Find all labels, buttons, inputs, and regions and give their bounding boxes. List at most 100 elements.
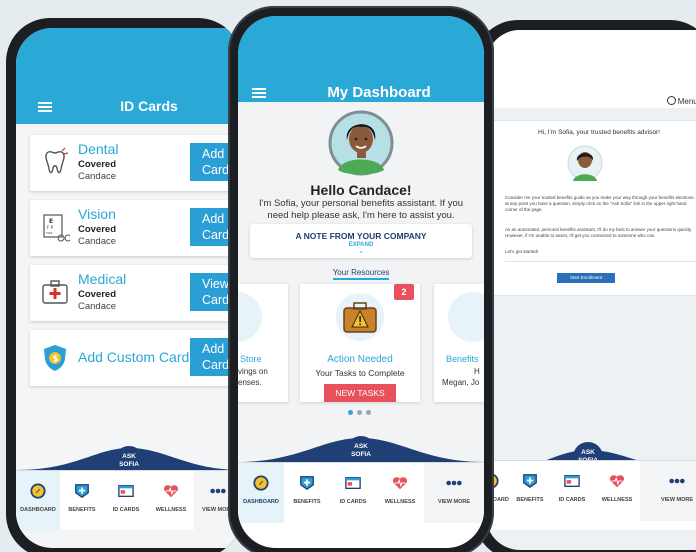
nav-label: VIEW MORE (437, 499, 471, 505)
nav-id-cards[interactable]: ID CARDS (330, 463, 376, 523)
carousel-dot[interactable] (348, 410, 353, 415)
company-note[interactable]: A NOTE FROM YOUR COMPANY EXPAND ⌄ (250, 224, 472, 258)
id-card-icon (345, 477, 361, 489)
dashboard-phone: My Dashboard Hello Candace! I'm Sofia, y… (228, 6, 494, 552)
more-dots-icon (669, 478, 685, 484)
more-dots-icon (446, 480, 462, 486)
nav-id-cards[interactable]: ID CARDS (550, 461, 594, 521)
nav-wellness[interactable]: WELLNESS (148, 471, 194, 531)
tooth-icon (45, 147, 69, 174)
card-member: Candace (78, 171, 117, 182)
shield-dollar-icon: $ (44, 345, 66, 371)
carousel-dots[interactable] (348, 410, 374, 416)
advisor-paragraph-3: Let's get started! (505, 249, 539, 254)
card-status: Covered (78, 289, 117, 300)
svg-text:$: $ (52, 355, 58, 365)
nav-wellness[interactable]: WELLNESS (376, 463, 424, 523)
shield-plus-icon (300, 476, 314, 491)
nav-benefits[interactable]: BENEFITS (60, 471, 104, 531)
dashboard-screen: My Dashboard Hello Candace! I'm Sofia, y… (238, 16, 484, 548)
nav-label: ID CARDS (558, 497, 586, 503)
id-cards-screen: ID Cards Dental Covered Candace Add Card … (16, 28, 242, 548)
card-member: Candace (78, 301, 117, 312)
nav-view-more[interactable]: VIEW MORE (424, 463, 484, 523)
menu-label: Menu (677, 97, 696, 106)
card-title: Vision (78, 206, 116, 222)
note-title: A NOTE FROM YOUR COMPANY (295, 231, 427, 241)
new-tasks-button[interactable]: NEW TASKS (324, 384, 396, 402)
nav-benefits[interactable]: BENEFITS (284, 463, 330, 523)
card-title: Add Custom Card (78, 349, 190, 365)
id-card-medical[interactable]: Medical Covered Candace View Card (30, 265, 242, 321)
store-icon (238, 292, 262, 342)
start-enrollment-button[interactable]: Start Enrollment (557, 273, 615, 283)
svg-text:TOZ: TOZ (45, 231, 52, 235)
advisor-panel: Hi, I'm Sofia, your trusted benefits adv… (490, 120, 696, 296)
carousel-dot[interactable] (366, 410, 371, 415)
card-text: vings on (238, 367, 268, 376)
advisor-paragraph-2: As an automated, personal benefits assis… (505, 227, 692, 238)
nav-dashboard[interactable]: DASHBOARD (238, 463, 284, 523)
nav-benefits[interactable]: BENEFITS (510, 461, 550, 521)
card-text: Megan, Jo (442, 378, 480, 387)
nav-label: ID CARDS (112, 507, 140, 513)
card-subtitle: Your Tasks to Complete (315, 368, 405, 378)
heart-pulse-icon (609, 475, 625, 488)
nav-wellness[interactable]: WELLNESS (594, 461, 640, 521)
more-dots-icon (210, 488, 226, 494)
nav-view-more[interactable]: VIEW MORE (640, 461, 696, 521)
card-status: Covered (78, 224, 117, 235)
menu-button[interactable]: Menu ▾ (666, 96, 696, 106)
resources-label-text: Your Resources (332, 268, 390, 280)
nav-id-cards[interactable]: ID CARDS (104, 471, 148, 531)
task-count-badge: 2 (394, 284, 414, 300)
resource-card-benefits[interactable]: Benefits H Megan, Jo (434, 284, 484, 402)
id-card-icon (118, 485, 134, 497)
nav-label: DASHBOARD (243, 499, 279, 505)
id-card-icon (564, 475, 580, 487)
chevron-down-icon: ⌄ (358, 248, 364, 255)
bottom-nav: DASHBOARD BENEFITS ID CARDS WELLNESS VIE… (486, 460, 696, 530)
id-card-dental[interactable]: Dental Covered Candace Add Card (30, 135, 242, 191)
resource-card-action-needed[interactable]: 2 Action Needed Your Tasks to Complete N… (300, 284, 420, 402)
advisor-topbar: Menu ▾ (486, 30, 696, 108)
nav-label: BENEFITS (516, 497, 544, 503)
nav-label: WELLNESS (384, 499, 416, 505)
advisor-phone: Menu ▾ Hi, I'm Sofia, your trusted benef… (474, 20, 696, 552)
card-title: Benefits (446, 354, 479, 364)
ask-label: SOFIA (119, 461, 139, 468)
resource-card-store[interactable]: Store vings on enses. (238, 284, 288, 402)
ask-label: ASK (581, 449, 595, 456)
add-custom-card[interactable]: $ Add Custom Card Add Card (30, 330, 242, 386)
nav-label: BENEFITS (68, 507, 96, 513)
ask-label: ASK (354, 443, 368, 450)
eye-chart-icon: E F P TOZ (43, 214, 70, 242)
nav-dashboard[interactable]: DASHBOARD (16, 471, 60, 531)
user-icon (666, 96, 676, 105)
warning-briefcase-icon (336, 293, 384, 341)
bottom-nav: DASHBOARD BENEFITS ID CARDS WELLNESS VIE… (238, 462, 484, 548)
id-cards-phone: ID Cards Dental Covered Candace Add Card … (6, 18, 242, 552)
sofia-avatar (567, 145, 603, 181)
nav-label: WELLNESS (601, 497, 633, 503)
card-title: Medical (78, 271, 127, 287)
bottom-nav: DASHBOARD BENEFITS ID CARDS WELLNESS VIE… (16, 470, 242, 531)
advisor-paragraph-1: Consider me your trusted benefits guide … (505, 195, 696, 212)
card-text: H (474, 367, 480, 376)
intro-text: I'm Sofia, your personal benefits assist… (258, 198, 464, 221)
nav-label: ID CARDS (339, 499, 367, 505)
page-title: ID Cards (120, 98, 178, 114)
advisor-heading: Hi, I'm Sofia, your trusted benefits adv… (538, 129, 660, 136)
advisor-screen: Menu ▾ Hi, I'm Sofia, your trusted benef… (486, 30, 696, 550)
benefits-doc-icon (448, 292, 484, 342)
nav-label: VIEW MORE (660, 497, 694, 503)
card-title: Action Needed (327, 354, 393, 365)
medical-kit-icon (42, 280, 68, 304)
resources-label: Your Resources (238, 268, 484, 280)
nav-label: DASHBOARD (20, 507, 56, 513)
ask-label: SOFIA (351, 451, 371, 458)
id-card-vision[interactable]: E F P TOZ Vision Covered Candace Add Card (30, 200, 242, 256)
carousel-dot[interactable] (357, 410, 362, 415)
svg-text:E: E (49, 218, 53, 225)
nav-label: BENEFITS (293, 499, 321, 505)
